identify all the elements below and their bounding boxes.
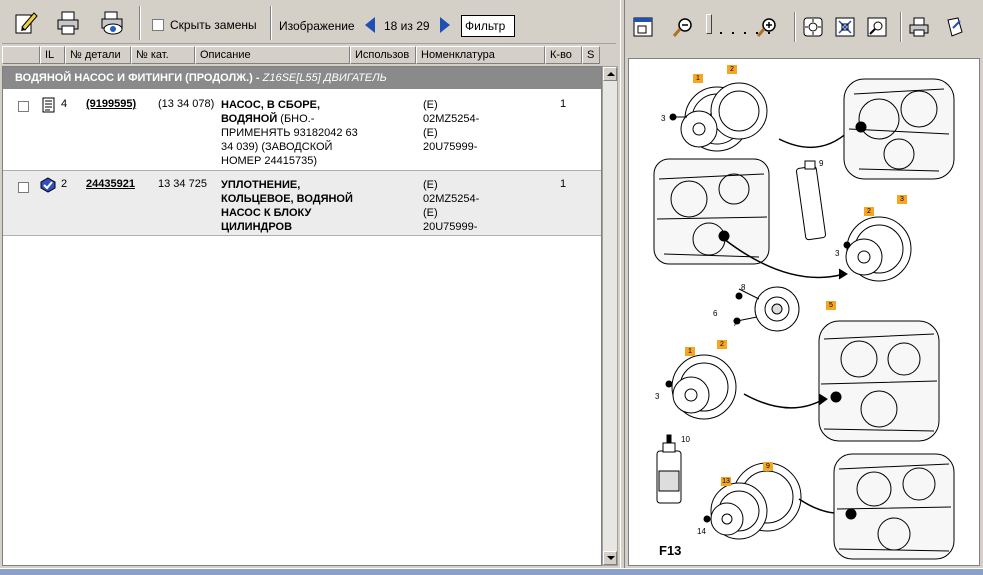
filter-button[interactable]: Фильтр (461, 15, 515, 37)
part-number-label: 10 (681, 435, 690, 444)
row-part-no[interactable]: (9199595) (86, 98, 136, 110)
callout-badge[interactable]: 2 (864, 207, 874, 216)
row-nomenclature: (E) 02MZ5254- (E) 20U75999- (423, 98, 513, 154)
nomen-line: (E) (423, 207, 438, 219)
callout-badge[interactable]: 5 (826, 301, 836, 310)
row-nomenclature: (E) 02MZ5254- (E) 20U75999- (423, 178, 513, 234)
col-checkbox[interactable] (2, 46, 40, 64)
illustration-toolbar (626, 2, 981, 54)
row-qty: 1 (560, 98, 567, 110)
fit-window-icon[interactable] (630, 14, 656, 40)
select-area-icon[interactable] (832, 14, 858, 40)
nomen-line: (E) (423, 99, 438, 111)
nomen-line: 02MZ5254- (423, 113, 480, 125)
nomen-line: (E) (423, 179, 438, 191)
list-scrollbar[interactable] (602, 66, 618, 566)
print-image-icon[interactable] (906, 14, 932, 40)
col-header-s[interactable]: S (582, 46, 600, 64)
view-icon[interactable] (96, 7, 128, 39)
image-page-info: 18 из 29 (384, 19, 430, 33)
exploded-view-drawing[interactable]: 1 2 3 2 3 3 9 6 7 8 5 1 2 3 10 9 13 14 F… (628, 58, 980, 566)
panel-splitter[interactable] (620, 0, 625, 575)
parts-list-panel: Скрыть замены Изображение 18 из 29 Фильт… (0, 0, 620, 575)
part-number-label: 6 (713, 309, 718, 318)
row-checkbox[interactable] (18, 101, 29, 112)
arrow-up-icon (607, 72, 615, 76)
row-description: НАСОС, В СБОРЕ, ВОДЯНОЙ (БНО.- ПРИМЕНЯТЬ… (221, 98, 361, 168)
row-part-no[interactable]: 24435921 (86, 178, 135, 190)
part-number-label: 14 (697, 527, 706, 536)
section-header: ВОДЯНОЙ НАСОС И ФИТИНГИ (ПРОДОЛЖ.) - Z16… (3, 67, 601, 89)
row-il: 4 (61, 98, 68, 110)
part-number-label: 3 (655, 392, 660, 401)
image-label: Изображение (279, 19, 355, 33)
export-icon[interactable] (942, 14, 968, 40)
zoom-out-icon[interactable] (670, 14, 696, 40)
callout-badge[interactable]: 2 (717, 340, 727, 349)
col-header-qty[interactable]: К-во (545, 46, 582, 64)
component-icon[interactable] (40, 177, 56, 193)
col-header-usage[interactable]: Использов (350, 46, 416, 64)
callout-badge[interactable]: 1 (685, 347, 695, 356)
zoom-area-icon[interactable] (864, 14, 890, 40)
nomen-line: (E) (423, 127, 438, 139)
nomen-line: 20U75999- (423, 221, 478, 233)
part-number-label: 7 (733, 319, 738, 328)
part-number-label: 3 (835, 249, 840, 258)
row-cat-no: (13 34 078) (158, 98, 215, 110)
zoom-in-icon[interactable] (754, 14, 780, 40)
row-description: УПЛОТНЕНИЕ, КОЛЬЦЕВОЕ, ВОДЯНОЙ НАСОС К Б… (221, 178, 361, 234)
previous-image-icon[interactable] (365, 17, 375, 33)
toolbar: Скрыть замены Изображение 18 из 29 Фильт… (2, 2, 616, 44)
print-icon[interactable] (52, 7, 84, 39)
parts-catalog-window: Скрыть замены Изображение 18 из 29 Фильт… (0, 0, 983, 575)
part-number-label: 3 (661, 114, 666, 123)
col-header-part-no[interactable]: № детали (65, 46, 131, 64)
parts-list: ВОДЯНОЙ НАСОС И ФИТИНГИ (ПРОДОЛЖ.) - Z16… (2, 66, 602, 566)
hide-replacements-label: Скрыть замены (170, 18, 257, 32)
scroll-down-button[interactable] (603, 551, 617, 565)
row-qty: 1 (560, 178, 567, 190)
toolbar-separator (794, 12, 796, 42)
callout-badge[interactable]: 13 (721, 477, 731, 486)
row-checkbox[interactable] (18, 182, 29, 193)
toolbar-separator (900, 12, 902, 42)
callout-badge[interactable]: 3 (897, 195, 907, 204)
col-header-nomenclature[interactable]: Номенклатура (416, 46, 545, 64)
status-bar (0, 568, 983, 575)
column-header: IL № детали № кат. Описание Использов Но… (2, 46, 600, 64)
toolbar-separator (270, 6, 272, 40)
callout-badge[interactable]: 2 (727, 65, 737, 74)
table-row[interactable]: 2 24435921 13 34 725 УПЛОТНЕНИЕ, КОЛЬЦЕВ… (3, 171, 601, 236)
toolbar-separator (139, 6, 141, 40)
row-il: 2 (61, 178, 68, 190)
zoom-slider-thumb[interactable] (706, 14, 712, 34)
nomen-line: 02MZ5254- (423, 193, 480, 205)
section-subtitle: Z16SE[L55] ДВИГАТЕЛЬ (262, 72, 387, 84)
part-number-label: 9 (819, 159, 824, 168)
col-header-il[interactable]: IL (40, 46, 65, 64)
table-row[interactable]: 4 (9199595) (13 34 078) НАСОС, В СБОРЕ, … (3, 90, 601, 171)
fit-page-icon[interactable] (800, 14, 826, 40)
callout-badge[interactable]: 9 (763, 462, 773, 471)
col-header-cat-no[interactable]: № кат. (131, 46, 195, 64)
nomen-line: 20U75999- (423, 141, 478, 153)
engine-illustration (653, 78, 955, 560)
next-image-icon[interactable] (440, 17, 450, 33)
hide-replacements-checkbox[interactable] (152, 19, 164, 31)
row-cat-no: 13 34 725 (158, 178, 207, 190)
part-number-label: 8 (741, 283, 746, 292)
illustration-panel: 1 2 3 2 3 3 9 6 7 8 5 1 2 3 10 9 13 14 F… (626, 0, 983, 575)
arrow-down-icon (607, 556, 615, 560)
col-header-description[interactable]: Описание (195, 46, 350, 64)
row-description-main: УПЛОТНЕНИЕ, КОЛЬЦЕВОЕ, ВОДЯНОЙ НАСОС К Б… (221, 179, 353, 233)
document-icon[interactable] (40, 97, 56, 113)
edit-icon[interactable] (10, 7, 42, 39)
scroll-up-button[interactable] (603, 67, 617, 81)
figure-label: F13 (659, 543, 682, 558)
section-title: ВОДЯНОЙ НАСОС И ФИТИНГИ (ПРОДОЛЖ.) - (15, 72, 263, 84)
callout-badge[interactable]: 1 (693, 74, 703, 83)
